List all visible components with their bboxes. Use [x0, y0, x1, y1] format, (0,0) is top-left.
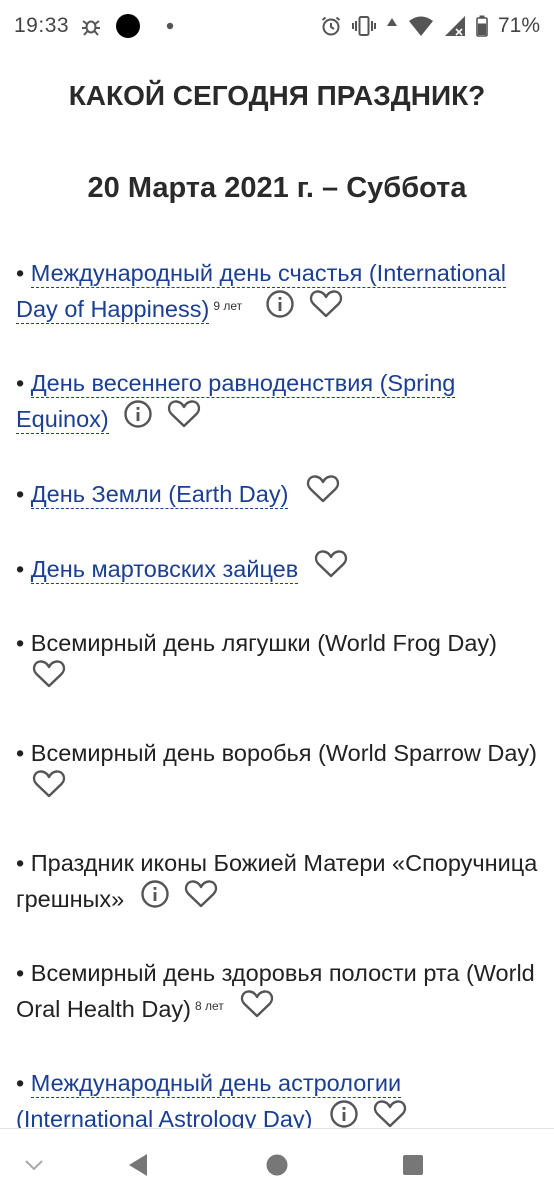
- bullet: •: [16, 260, 31, 286]
- wifi-icon: [408, 15, 434, 37]
- holiday-item: • Всемирный день лягушки (World Frog Day…: [16, 626, 542, 701]
- info-icon[interactable]: [140, 879, 170, 919]
- holiday-item: • Всемирный день здоровья полости рта (W…: [16, 956, 542, 1031]
- holiday-item: • Международный день счастья (Internatio…: [16, 256, 542, 331]
- navigation-bar: [0, 1128, 554, 1201]
- heart-icon[interactable]: [240, 989, 274, 1029]
- holiday-text: Всемирный день воробья (World Sparrow Da…: [30, 740, 538, 766]
- alarm-icon: [320, 15, 342, 37]
- heart-icon[interactable]: [184, 879, 218, 919]
- holiday-list: • Международный день счастья (Internatio…: [16, 256, 542, 1176]
- years-badge: 9 лет: [213, 299, 243, 313]
- status-left-icons: [80, 12, 174, 40]
- holiday-item: • День мартовских зайцев: [16, 549, 542, 591]
- status-right-icons: 71%: [320, 12, 540, 40]
- bullet: •: [16, 630, 31, 656]
- bullet: •: [16, 556, 31, 583]
- holiday-link[interactable]: День Земли (Earth Day): [30, 481, 289, 510]
- vibrate-icon: [351, 15, 376, 37]
- holiday-item: • День весеннего равноденствия (Spring E…: [16, 366, 542, 441]
- battery-icon: [476, 15, 488, 37]
- heart-icon[interactable]: [32, 659, 66, 699]
- chevron-down-icon[interactable]: [14, 1147, 54, 1183]
- holiday-item: • Всемирный день воробья (World Sparrow …: [16, 736, 542, 811]
- holiday-link[interactable]: День мартовских зайцев: [30, 556, 299, 585]
- bullet: •: [16, 740, 31, 766]
- bullet: •: [16, 481, 31, 508]
- holiday-item: • Праздник иконы Божией Матери «Споручни…: [16, 846, 542, 921]
- holiday-text: Всемирный день здоровья полости рта (Wor…: [16, 960, 535, 1023]
- status-time: 19:33: [14, 14, 70, 37]
- years-badge: 8 лет: [195, 999, 224, 1013]
- signal-up-icon: [386, 17, 398, 35]
- dark-circle-icon: [116, 14, 140, 38]
- back-icon[interactable]: [118, 1147, 158, 1183]
- heart-icon[interactable]: [167, 399, 201, 439]
- bullet: •: [16, 960, 31, 986]
- heart-icon[interactable]: [314, 549, 348, 589]
- status-bar: 19:33 71%: [0, 0, 554, 52]
- holiday-text: Праздник иконы Божией Матери «Споручница…: [16, 850, 538, 913]
- date-heading: 20 Марта 2021 г. – Суббота: [87, 172, 467, 204]
- bullet: •: [16, 370, 31, 396]
- bullet: •: [16, 1070, 31, 1096]
- home-icon[interactable]: [257, 1147, 297, 1183]
- bullet: •: [16, 850, 31, 876]
- holiday-item: • День Земли (Earth Day): [16, 474, 542, 516]
- battery-percent: 71%: [497, 14, 540, 37]
- dot-icon: [166, 22, 174, 30]
- holiday-link[interactable]: День весеннего равноденствия (Spring Equ…: [16, 370, 456, 435]
- holiday-text: Всемирный день лягушки (World Frog Day): [30, 630, 497, 656]
- heart-icon[interactable]: [32, 769, 66, 809]
- heart-icon[interactable]: [309, 289, 343, 329]
- info-icon[interactable]: [123, 399, 153, 439]
- recents-icon[interactable]: [393, 1147, 433, 1183]
- info-icon[interactable]: [265, 289, 295, 329]
- bug-notification-icon: [80, 15, 102, 37]
- cell-signal-icon: [444, 15, 466, 37]
- holiday-link[interactable]: Международный день счастья (Internationa…: [16, 260, 507, 325]
- heart-icon[interactable]: [306, 474, 340, 514]
- page-title: КАКОЙ СЕГОДНЯ ПРАЗДНИК?: [68, 80, 486, 111]
